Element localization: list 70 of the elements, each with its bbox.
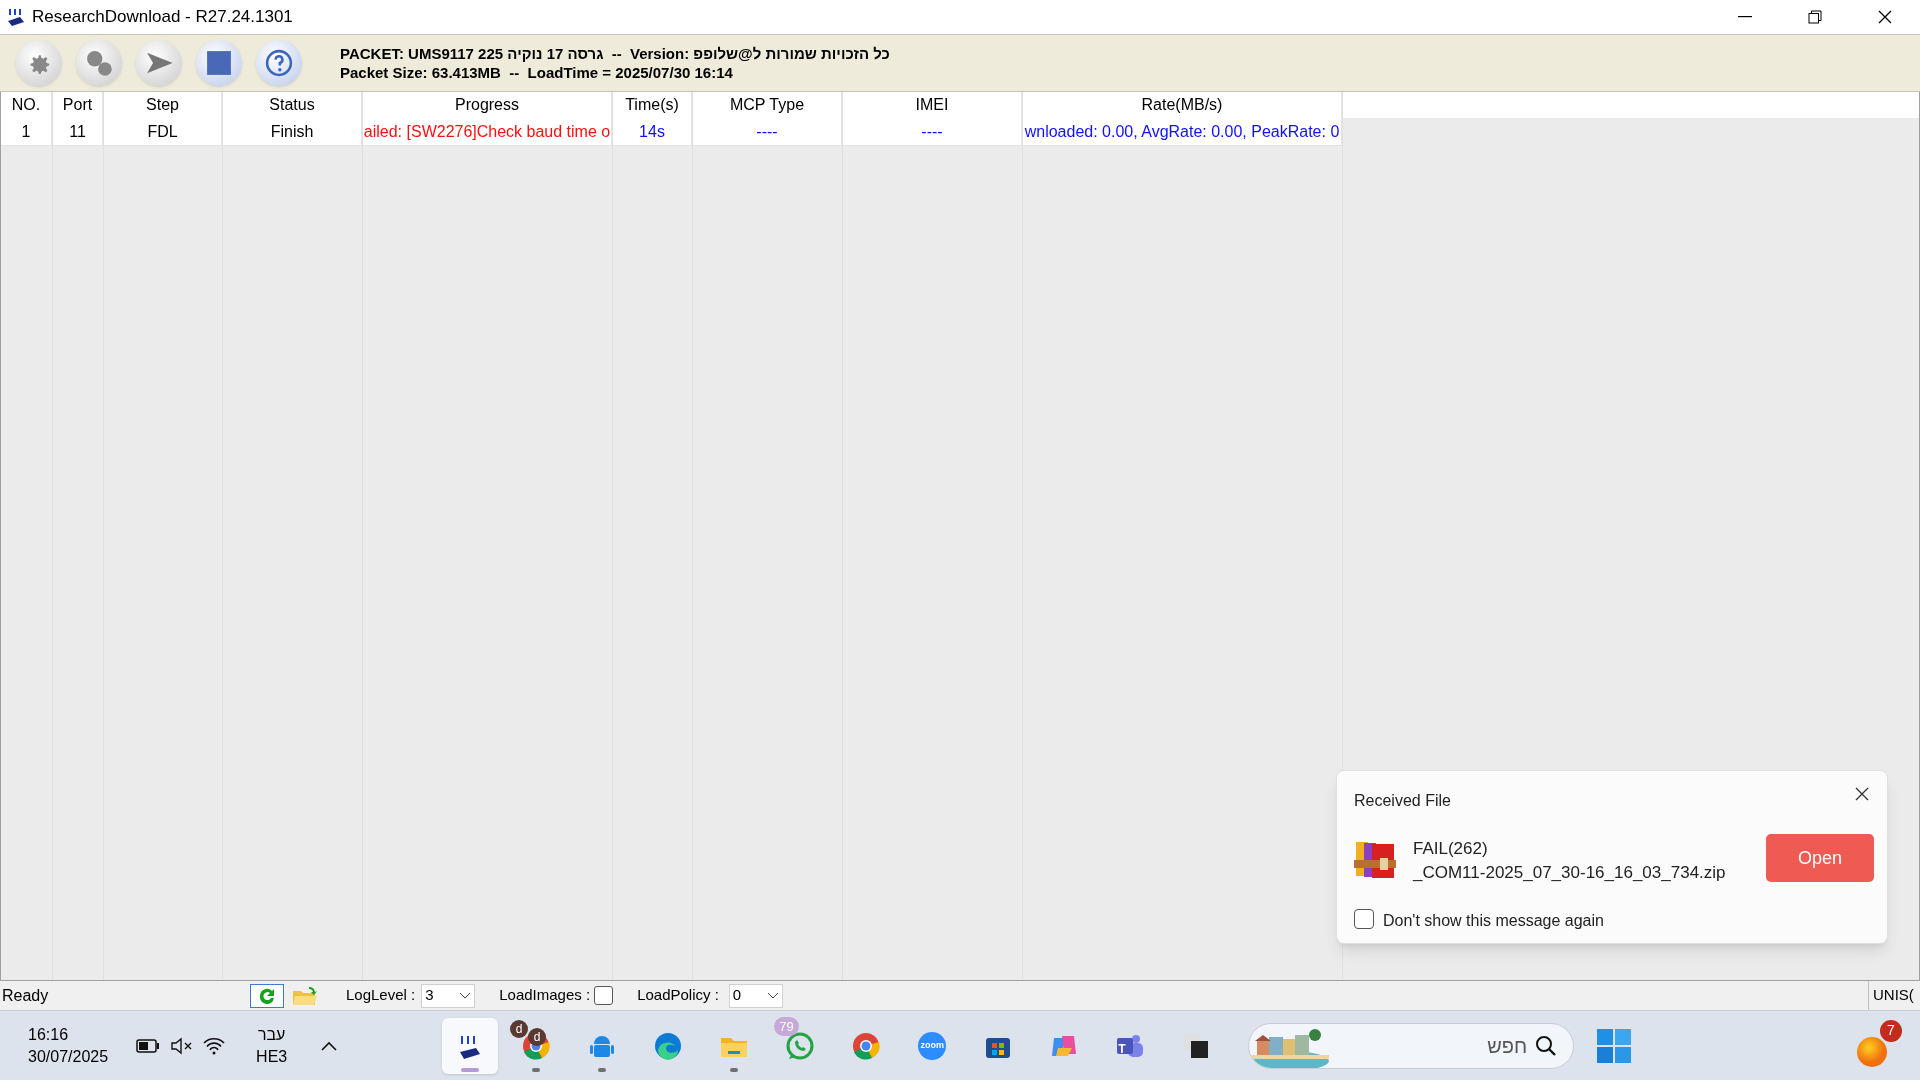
column-header[interactable]: IMEI (843, 92, 1022, 118)
active-indicator (461, 1067, 480, 1072)
search-field[interactable]: חפש (1248, 1022, 1575, 1069)
app-label: T (1118, 1040, 1126, 1058)
checkbox-label: Don't show this message again (1383, 911, 1604, 931)
table-cell: 1 (1, 118, 52, 146)
input-language[interactable]: עבר (257, 1023, 286, 1046)
table-cell: Finish (223, 118, 362, 146)
stop-button[interactable] (196, 40, 242, 86)
table-cell: 11 (53, 118, 103, 146)
table-cell: 14s (613, 118, 692, 146)
dont-show-checkbox[interactable] (1354, 909, 1374, 929)
settings-button[interactable] (16, 40, 62, 86)
file-name: FAIL(262) (1413, 838, 1489, 860)
start-button[interactable] (136, 40, 182, 86)
chevron-up-icon[interactable] (321, 1040, 338, 1051)
file-name: _COM11-2025_07_30-16_16_03_734.zip (1413, 862, 1726, 884)
table-cell: ---- (843, 118, 1022, 146)
profile-badge: d (510, 1019, 529, 1038)
folder-icon (291, 984, 319, 1007)
column-header[interactable]: Step (104, 92, 222, 118)
close-icon (1878, 10, 1892, 24)
app-label: zoom (920, 1038, 944, 1052)
table-cell: FDL (104, 118, 222, 146)
column-header[interactable]: Port (53, 92, 103, 118)
help-button[interactable] (256, 40, 302, 86)
log-level-dropdown[interactable]: 3 (421, 983, 476, 1008)
load-policy-label: LoadPolicy : (637, 985, 719, 1006)
column-header[interactable]: Rate(MB/s) (1023, 92, 1342, 118)
clock-date[interactable]: 30/07/2025 (28, 1045, 109, 1068)
table-cell: ---- (693, 118, 842, 146)
packet-info: PACKET: UMS9117 225 גרסה 17 נוקיה -- Version: כל הזכויות שמורות ל@שלופפ (340, 44, 890, 63)
window-title: ResearchDownload - R27.24.1301 (32, 6, 293, 29)
clock-time[interactable]: 16:16 (28, 1023, 109, 1046)
table-cell: ailed: [SW2276]Check baud time o (363, 118, 612, 146)
refresh-button[interactable] (250, 983, 284, 1008)
chevron-down-icon (766, 991, 779, 1000)
gears-button[interactable] (76, 40, 122, 86)
wifi-icon[interactable] (202, 1036, 227, 1055)
profile-badge: d (528, 1027, 547, 1046)
log-level-label: LogLevel : (346, 985, 416, 1006)
taskbar-app[interactable]: d d (508, 1017, 565, 1074)
notification-badge: 79 (774, 1016, 799, 1036)
copilot-orb-icon[interactable] (1856, 1035, 1888, 1068)
toast-title: Received File (1354, 791, 1451, 811)
app-icon (6, 7, 26, 27)
battery-icon[interactable] (136, 1038, 161, 1053)
restore-icon (1808, 10, 1822, 24)
column-header[interactable]: Status (223, 92, 362, 118)
start-icon[interactable] (1596, 1027, 1633, 1064)
taskbar-app[interactable] (442, 1017, 499, 1074)
load-images-label: LoadImages : (499, 985, 591, 1006)
column-header[interactable]: Time(s) (613, 92, 692, 118)
chevron-down-icon (459, 991, 472, 1000)
notification-badge: 7 (1880, 1019, 1902, 1042)
packet-info: Packet Size: 63.413MB -- LoadTime = 2025/07/30 16:14 (340, 63, 734, 82)
search-input[interactable]: חפש (1329, 1030, 1536, 1061)
load-images-checkbox[interactable] (594, 986, 614, 1005)
load-policy-dropdown[interactable]: 0 (728, 983, 783, 1008)
taskbar-app[interactable]: T (1102, 1017, 1159, 1074)
column-header[interactable]: NO. (1, 92, 52, 118)
input-language[interactable]: HE3 (256, 1045, 288, 1068)
status-text: Ready (1, 985, 50, 1006)
video-icon (916, 1029, 949, 1062)
column-header[interactable]: MCP Type (693, 92, 842, 118)
column-header[interactable]: Progress (363, 92, 612, 118)
minimize-icon (1738, 16, 1752, 18)
search-icon (1535, 1034, 1558, 1057)
table-cell: wnloaded: 0.00, AvgRate: 0.00, PeakRate: 0 (1023, 118, 1342, 146)
close-icon (1855, 787, 1869, 801)
